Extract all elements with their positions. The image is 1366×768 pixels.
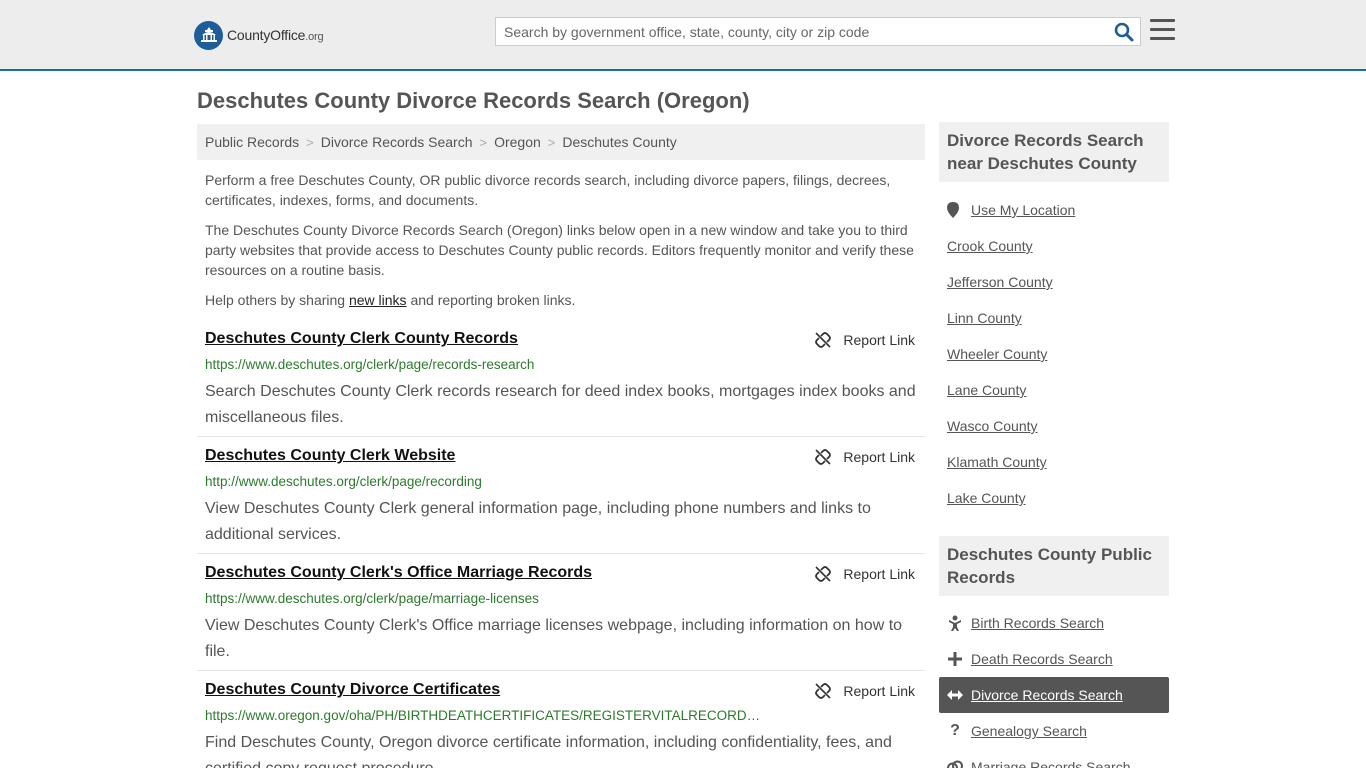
result-item: Deschutes County Clerk's Office Marriage… [197, 564, 925, 671]
sidebar-item-label: Genealogy Search [971, 723, 1087, 739]
sidebar-item-marriage-records[interactable]: Marriage Records Search [939, 749, 1169, 768]
breadcrumb-separator: > [547, 134, 556, 150]
nearby-county-link[interactable]: Crook County [947, 238, 1033, 254]
result-title-link[interactable]: Deschutes County Clerk County Records [205, 330, 518, 348]
sidebar-item-label: Birth Records Search [971, 615, 1105, 631]
result-title-link[interactable]: Deschutes County Clerk's Office Marriage… [205, 564, 592, 582]
nearby-county-link[interactable]: Wasco County [947, 418, 1038, 434]
cross-icon [947, 651, 963, 667]
hamburger-menu-icon[interactable] [1150, 19, 1175, 41]
nearby-county-link[interactable]: Jefferson County [947, 274, 1053, 290]
result-description: View Deschutes County Clerk's Office mar… [205, 617, 903, 660]
result-title-link[interactable]: Deschutes County Clerk Website [205, 447, 455, 465]
intro-text: Help others by sharing [205, 292, 349, 308]
sidebar-item-divorce-records[interactable]: Divorce Records Search [939, 677, 1169, 713]
use-my-location-link[interactable]: Use My Location [947, 202, 1075, 218]
baby-icon [947, 615, 963, 631]
broken-link-icon [815, 449, 832, 465]
report-link-label: Report Link [843, 566, 915, 582]
breadcrumb-deschutes-county[interactable]: Deschutes County [562, 134, 676, 150]
breadcrumb-public-records[interactable]: Public Records [205, 134, 299, 150]
sidebar-item-death-records[interactable]: Death Records Search [939, 641, 1169, 677]
sidebar-item-birth-records[interactable]: Birth Records Search [939, 605, 1169, 641]
logo-text: CountyOffice.org [227, 27, 324, 43]
nearby-heading: Divorce Records Search near Deschutes Co… [939, 122, 1169, 182]
result-item: Deschutes County Clerk County Records Re… [197, 330, 925, 437]
intro-paragraph-3: Help others by sharing new links and rep… [205, 290, 920, 310]
use-my-location-label: Use My Location [971, 202, 1076, 218]
breadcrumb-oregon[interactable]: Oregon [494, 134, 541, 150]
nearby-county-link[interactable]: Klamath County [947, 454, 1047, 470]
result-title-link[interactable]: Deschutes County Divorce Certificates [205, 681, 500, 699]
question-icon: ? [950, 722, 960, 739]
sidebar-item-genealogy[interactable]: ? Genealogy Search [939, 713, 1169, 749]
report-link-label: Report Link [843, 683, 915, 699]
report-link-label: Report Link [843, 449, 915, 465]
breadcrumb: Public Records > Divorce Records Search … [197, 124, 925, 160]
nearby-county-link[interactable]: Wheeler County [947, 346, 1047, 362]
nearby-county-link[interactable]: Linn County [947, 310, 1022, 326]
intro-paragraph-1: Perform a free Deschutes County, OR publ… [205, 172, 891, 208]
intro-paragraph-2: The Deschutes County Divorce Records Sea… [205, 222, 914, 278]
search-bar [495, 17, 1141, 46]
report-link-button[interactable]: Report Link [815, 332, 915, 348]
breadcrumb-separator: > [306, 134, 314, 150]
search-input[interactable] [496, 18, 1106, 45]
sidebar-item-label: Marriage Records Search [971, 759, 1131, 768]
result-item: Deschutes County Divorce Certificates Re… [197, 681, 925, 768]
sidebar-item-label: Death Records Search [971, 651, 1113, 667]
nearby-county-link[interactable]: Lake County [947, 490, 1026, 506]
report-link-label: Report Link [843, 332, 915, 348]
sidebar-item-label: Divorce Records Search [971, 687, 1123, 703]
site-logo[interactable]: CountyOffice.org [194, 20, 324, 50]
page-title: Deschutes County Divorce Records Search … [197, 88, 750, 113]
intro-text: and reporting broken links. [406, 292, 576, 308]
result-url: http://www.deschutes.org/clerk/page/reco… [205, 474, 482, 489]
result-description: Find Deschutes County, Oregon divorce ce… [205, 734, 892, 768]
logo-main: CountyOffice [227, 27, 306, 43]
report-link-button[interactable]: Report Link [815, 566, 915, 582]
breadcrumb-divorce-records-search[interactable]: Divorce Records Search [321, 134, 473, 150]
search-icon[interactable] [1114, 22, 1134, 42]
capitol-seal-icon [194, 20, 223, 50]
result-url: https://www.deschutes.org/clerk/page/mar… [205, 591, 539, 606]
split-arrows-icon [947, 687, 963, 703]
logo-suffix: .org [305, 31, 324, 43]
site-header: CountyOffice.org [0, 0, 1366, 71]
result-url: https://www.oregon.gov/oha/PH/BIRTHDEATH… [205, 708, 761, 723]
breadcrumb-separator: > [479, 134, 488, 150]
report-link-button[interactable]: Report Link [815, 449, 915, 465]
public-records-heading: Deschutes County Public Records [939, 536, 1169, 596]
result-description: Search Deschutes County Clerk records re… [205, 383, 916, 426]
new-links-link[interactable]: new links [349, 292, 407, 308]
map-pin-icon [947, 202, 959, 218]
rings-icon [947, 759, 963, 768]
result-url: https://www.deschutes.org/clerk/page/rec… [205, 357, 535, 372]
broken-link-icon [815, 332, 832, 348]
result-description: View Deschutes County Clerk general info… [205, 500, 871, 543]
result-item: Deschutes County Clerk Website Report Li… [197, 447, 925, 554]
broken-link-icon [815, 683, 832, 699]
report-link-button[interactable]: Report Link [815, 683, 915, 699]
nearby-county-link[interactable]: Lane County [947, 382, 1026, 398]
broken-link-icon [815, 566, 832, 582]
